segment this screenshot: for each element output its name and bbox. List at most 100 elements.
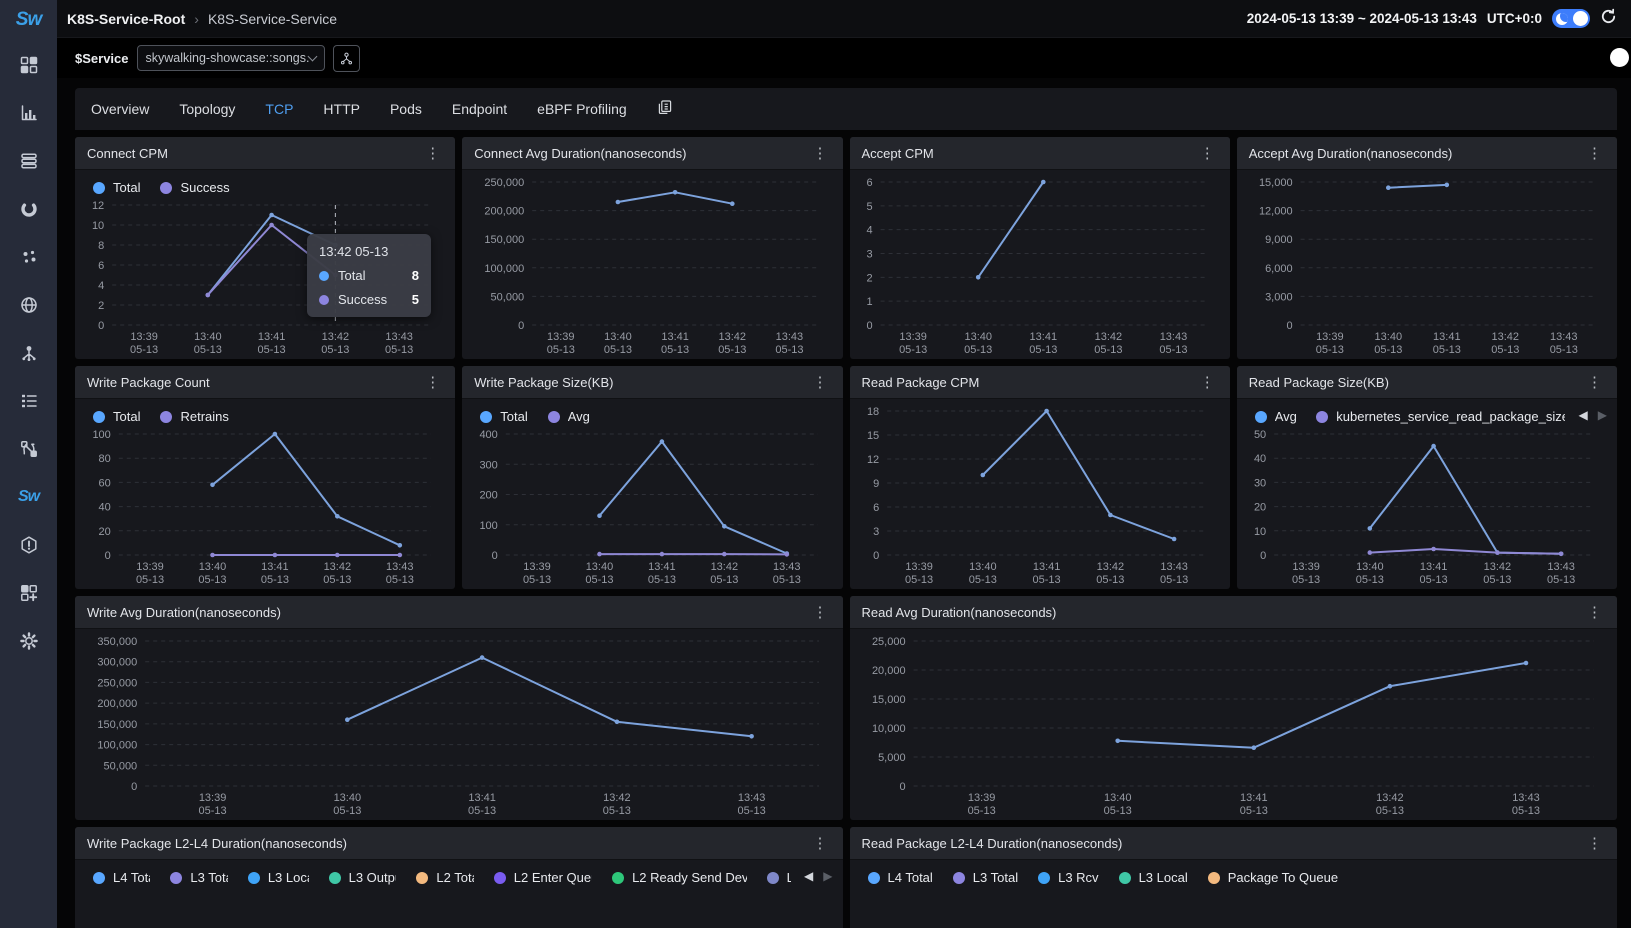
- card-menu-icon[interactable]: ⋮: [1584, 603, 1605, 622]
- card-menu-icon[interactable]: ⋮: [1584, 144, 1605, 163]
- tab-list: Overview Topology TCP HTTP Pods Endpoint eBPF …: [91, 101, 627, 117]
- legend-item[interactable]: L2 Total: [416, 870, 473, 885]
- legend-item[interactable]: L3 Local: [1119, 870, 1188, 885]
- panel-toggle-knob[interactable]: [1610, 48, 1629, 67]
- widgets-plus-icon[interactable]: [18, 582, 40, 604]
- skywalking-active-icon[interactable]: Sw: [18, 486, 40, 508]
- svg-text:12,000: 12,000: [1259, 206, 1293, 218]
- list-icon[interactable]: [18, 390, 40, 412]
- legend-item[interactable]: L3 Output: [329, 870, 397, 885]
- settings-gear-icon[interactable]: [18, 630, 40, 652]
- legend-item[interactable]: Total: [480, 409, 527, 424]
- dark-mode-toggle[interactable]: [1552, 9, 1590, 28]
- refresh-icon[interactable]: [1600, 8, 1617, 30]
- legend-item[interactable]: kubernetes_service_read_package_size: [1316, 409, 1565, 424]
- legend-item[interactable]: L4 Total: [868, 870, 933, 885]
- legend-item[interactable]: Package To Queue: [1208, 870, 1338, 885]
- svg-text:13:41: 13:41: [1420, 561, 1448, 573]
- line-chart: 0102030405013:3905-1313:4005-1313:4105-1…: [1245, 426, 1609, 587]
- topology-icon[interactable]: [18, 342, 40, 364]
- svg-text:400: 400: [480, 429, 498, 441]
- svg-text:15: 15: [866, 430, 878, 442]
- legend-item[interactable]: Retrains: [160, 409, 228, 424]
- svg-text:05-13: 05-13: [199, 805, 227, 817]
- svg-text:0: 0: [492, 550, 498, 562]
- legend-item[interactable]: L3 Total: [170, 870, 227, 885]
- card-menu-icon[interactable]: ⋮: [1197, 144, 1218, 163]
- legend-item[interactable]: L3 Local: [248, 870, 309, 885]
- svg-text:05-13: 05-13: [1096, 574, 1124, 586]
- legend-item[interactable]: L: [767, 870, 791, 885]
- legend-prev-icon[interactable]: ◀: [1579, 408, 1588, 422]
- bar-chart-icon[interactable]: [18, 102, 40, 124]
- svg-text:0: 0: [1260, 550, 1266, 562]
- chart-legend: L4 Total L3 Total L3 Local L3 Output L2 Tota…: [83, 864, 835, 887]
- svg-text:13:43: 13:43: [1550, 331, 1578, 343]
- svg-text:18: 18: [866, 406, 878, 418]
- legend-next-icon[interactable]: ▶: [823, 869, 832, 883]
- line-chart: 036912151813:3905-1313:4005-1313:4105-13…: [858, 403, 1222, 587]
- breadcrumb-root[interactable]: K8S-Service-Root: [67, 11, 185, 27]
- dashboard-tabs: Overview Topology TCP HTTP Pods Endpoint eBPF …: [75, 88, 1617, 130]
- cluster-icon[interactable]: [18, 246, 40, 268]
- line-chart: 02040608010013:3905-1313:4005-1313:4105-…: [83, 426, 447, 587]
- svg-text:13:39: 13:39: [524, 561, 552, 573]
- flow-icon[interactable]: [18, 438, 40, 460]
- card-menu-icon[interactable]: ⋮: [1584, 834, 1605, 853]
- legend-item[interactable]: Avg: [548, 409, 590, 424]
- legend-item[interactable]: Total: [93, 180, 140, 195]
- tab-tcp[interactable]: TCP: [265, 101, 293, 117]
- svg-text:05-13: 05-13: [1094, 344, 1122, 356]
- moon-icon: [1556, 13, 1568, 25]
- card-menu-icon[interactable]: ⋮: [810, 144, 831, 163]
- svg-text:05-13: 05-13: [661, 344, 689, 356]
- tab-http[interactable]: HTTP: [323, 101, 360, 117]
- donut-chart-icon[interactable]: [18, 198, 40, 220]
- service-topology-button[interactable]: [333, 45, 360, 72]
- svg-text:05-13: 05-13: [136, 574, 164, 586]
- line-chart: 012345613:3905-1313:4005-1313:4105-1313:…: [858, 174, 1222, 357]
- time-range[interactable]: 2024-05-13 13:39 ~ 2024-05-13 13:43: [1247, 11, 1477, 26]
- legend-item[interactable]: L3 Rcv: [1038, 870, 1098, 885]
- breadcrumb-chevron-icon: ›: [194, 11, 199, 27]
- card-menu-icon[interactable]: ⋮: [810, 603, 831, 622]
- legend-item[interactable]: Avg: [1255, 409, 1297, 424]
- alert-hexagon-icon[interactable]: [18, 534, 40, 556]
- copy-dashboard-icon[interactable]: [657, 99, 673, 120]
- service-select[interactable]: skywalking-showcase::songs.s: [137, 45, 325, 71]
- card-menu-icon[interactable]: ⋮: [810, 834, 831, 853]
- tab-endpoint[interactable]: Endpoint: [452, 101, 507, 117]
- tab-topology[interactable]: Topology: [179, 101, 235, 117]
- legend-item[interactable]: L2 Ready Send Device: [612, 870, 746, 885]
- dashboard-icon[interactable]: [18, 54, 40, 76]
- svg-text:100,000: 100,000: [97, 740, 137, 752]
- tab-pods[interactable]: Pods: [390, 101, 422, 117]
- card-title: Accept CPM: [862, 146, 934, 161]
- legend-item[interactable]: Total: [93, 409, 140, 424]
- svg-text:05-13: 05-13: [1549, 344, 1577, 356]
- svg-text:15,000: 15,000: [1259, 177, 1293, 189]
- card-menu-icon[interactable]: ⋮: [422, 144, 443, 163]
- legend-item[interactable]: Success: [160, 180, 229, 195]
- tab-ebpf-profiling[interactable]: eBPF Profiling: [537, 101, 626, 117]
- globe-icon[interactable]: [18, 294, 40, 316]
- legend-item[interactable]: L3 Total: [953, 870, 1018, 885]
- legend-prev-icon[interactable]: ◀: [804, 869, 813, 883]
- legend-item[interactable]: L4 Total: [93, 870, 150, 885]
- read-package-cpm-card: Read Package CPM⋮ 036912151813:3905-1313…: [850, 366, 1230, 589]
- legend-item[interactable]: L2 Enter Queue: [494, 870, 592, 885]
- svg-text:12: 12: [866, 454, 878, 466]
- card-menu-icon[interactable]: ⋮: [422, 373, 443, 392]
- card-menu-icon[interactable]: ⋮: [1584, 373, 1605, 392]
- svg-text:05-13: 05-13: [385, 344, 413, 356]
- tab-overview[interactable]: Overview: [91, 101, 149, 117]
- svg-text:05-13: 05-13: [258, 344, 286, 356]
- layers-icon[interactable]: [18, 150, 40, 172]
- timezone-label: UTC+0:0: [1487, 11, 1542, 26]
- tooltip-row: Total8: [319, 268, 419, 283]
- legend-next-icon[interactable]: ▶: [1598, 408, 1607, 422]
- svg-text:6: 6: [873, 502, 879, 514]
- svg-text:20: 20: [1254, 502, 1266, 514]
- card-menu-icon[interactable]: ⋮: [810, 373, 831, 392]
- card-menu-icon[interactable]: ⋮: [1197, 373, 1218, 392]
